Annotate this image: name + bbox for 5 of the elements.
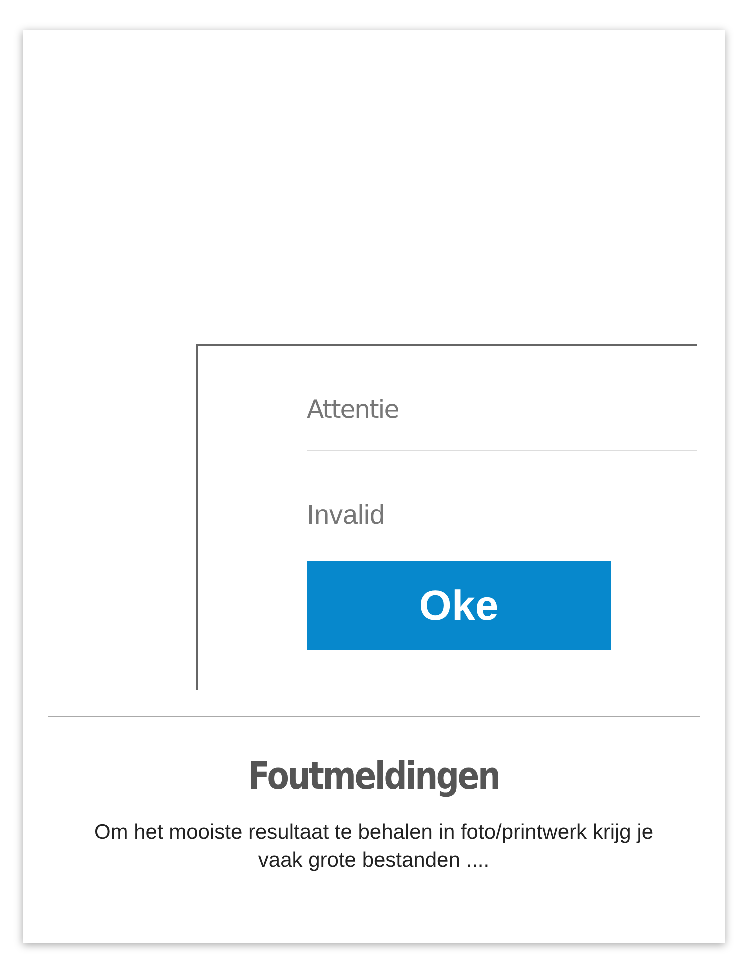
- card-title: Foutmeldingen: [248, 753, 500, 799]
- ok-button[interactable]: Oke: [307, 561, 611, 650]
- dialog-message: Invalid: [307, 499, 386, 531]
- card-description: Om het mooiste resultaat te behalen in foto/printwerk krijg je vaak grote bestanden ....: [93, 820, 655, 874]
- dialog-title: Attentie: [307, 394, 399, 426]
